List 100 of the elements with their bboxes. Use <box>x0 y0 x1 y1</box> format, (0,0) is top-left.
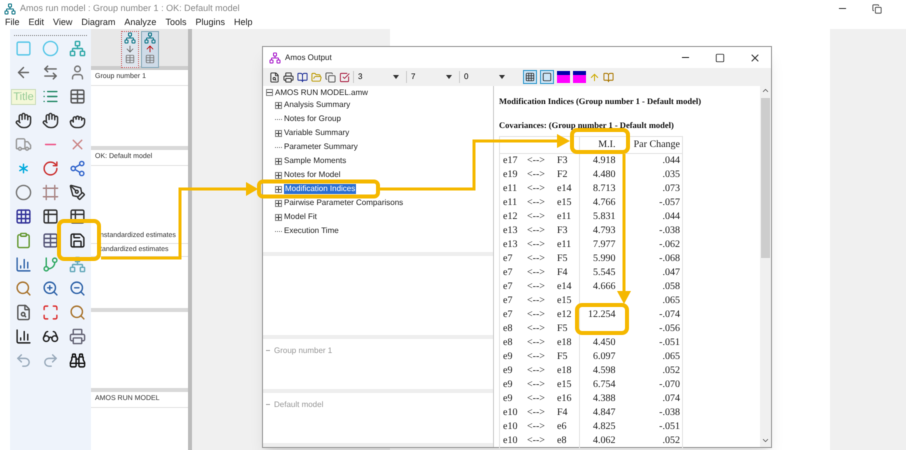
table-cell: e15 <box>557 378 572 390</box>
table-cell: -.051 <box>659 336 680 348</box>
table-cell-text: <--> <box>527 308 546 322</box>
number-dropdown[interactable]: 0 <box>459 71 509 83</box>
table-cell: .047 <box>662 266 680 278</box>
table-cell: 4.388 <box>593 392 616 404</box>
tree-item[interactable]: Sample Moments <box>284 156 346 166</box>
table-cell: -.070 <box>659 378 680 390</box>
menu-item[interactable]: View <box>53 16 72 30</box>
table-cell: F5 <box>557 322 568 334</box>
table-cell: 4.825 <box>593 420 616 432</box>
table-cell-text: e8 <box>503 322 514 336</box>
menu-item[interactable]: Analyze <box>124 16 156 30</box>
table-cell: 5.545 <box>593 266 616 278</box>
tree-item[interactable]: Analysis Summary <box>284 100 350 110</box>
table-cell-text: e7 <box>503 294 514 308</box>
table-cell-text: e7 <box>503 252 514 266</box>
table-cell-text: <--> <box>527 280 546 294</box>
tree-item[interactable]: Model Fit <box>284 212 317 222</box>
table-cell: 5.831 <box>593 210 616 222</box>
panel-label: Group number 1 <box>274 345 332 358</box>
tree-item[interactable]: Variable Summary <box>284 128 350 138</box>
table-cell-text: <--> <box>527 406 546 420</box>
section-title: Covariances: (Group number 1 - Default model) <box>499 118 675 132</box>
table-cell: F5 <box>557 252 568 264</box>
menu-item[interactable]: Edit <box>28 16 44 30</box>
table-cell: F5 <box>557 350 568 362</box>
table-cell: F2 <box>557 168 568 180</box>
table-cell: .052 <box>662 434 680 446</box>
table-cell: .052 <box>662 364 680 376</box>
tree-item[interactable]: Parameter Summary <box>284 142 358 152</box>
tree-item[interactable]: Notes for Model <box>284 170 340 180</box>
table-cell: -.074 <box>659 308 680 320</box>
table-cell: e15 <box>557 196 572 208</box>
table-cell: -.038 <box>659 406 680 418</box>
number-dropdown[interactable]: 3 <box>353 71 403 83</box>
table-cell-text: <--> <box>527 168 546 182</box>
table-cell-text: <--> <box>527 364 546 378</box>
table-cell-text: e10 <box>503 406 518 420</box>
table-cell-text: e10 <box>503 434 518 448</box>
tree-item[interactable]: AMOS RUN MODEL.amw <box>275 87 368 98</box>
table-cell: e6 <box>557 420 566 432</box>
report-title: Modification Indices (Group number 1 - Default model) <box>499 95 702 108</box>
table-cell-text: <--> <box>527 266 546 280</box>
table-cell: 8.713 <box>593 182 616 194</box>
table-cell: .058 <box>662 280 680 292</box>
tree-item[interactable]: Execution Time <box>284 226 339 236</box>
table-cell-text: e13 <box>503 224 518 238</box>
table-cell: 4.918 <box>593 154 616 166</box>
table-cell: -.056 <box>659 322 680 334</box>
table-cell-text: e9 <box>503 378 514 392</box>
table-cell: .074 <box>662 392 680 404</box>
table-cell: e12 <box>557 308 572 320</box>
table-cell-text: <--> <box>527 196 546 210</box>
table-cell: F3 <box>557 154 568 166</box>
table-cell-text: e11 <box>503 182 518 196</box>
table-cell: e16 <box>557 392 572 404</box>
column-header: M.I. <box>580 136 628 153</box>
table-cell-text: <--> <box>527 224 546 238</box>
table-cell-text: <--> <box>527 238 546 252</box>
table-cell-text: e7 <box>503 308 514 322</box>
table-cell-text: <--> <box>527 420 546 434</box>
table-cell: 4.666 <box>593 280 616 292</box>
tree-item[interactable]: Notes for Group <box>284 114 341 124</box>
menu-item[interactable]: File <box>5 16 20 30</box>
table-cell-text: e12 <box>503 210 518 224</box>
table-cell-text: e9 <box>503 350 514 364</box>
table-cell: e11 <box>557 210 572 222</box>
table-cell: -.057 <box>659 196 680 208</box>
panel-label: Default model <box>274 399 324 412</box>
table-cell-text: <--> <box>527 336 546 350</box>
table-cell-text: e9 <box>503 392 514 406</box>
table-cell: F3 <box>557 224 568 236</box>
table-cell: .044 <box>662 154 680 166</box>
table-cell-text: <--> <box>527 294 546 308</box>
table-cell-text: <--> <box>527 392 546 406</box>
table-cell: e18 <box>557 336 572 348</box>
number-dropdown[interactable]: 7 <box>406 71 456 83</box>
table-cell: 4.450 <box>593 336 616 348</box>
window-title: Amos Output <box>285 52 332 64</box>
table-cell-text: <--> <box>527 154 546 168</box>
table-cell: 4.480 <box>593 168 616 180</box>
column-header: Par Change <box>628 136 682 153</box>
table-cell: e14 <box>557 280 572 292</box>
window-title: Amos run model : Group number 1 : OK: Default model <box>20 2 240 15</box>
table-cell: -.051 <box>659 420 680 432</box>
table-cell-text: <--> <box>527 252 546 266</box>
table-cell: 5.990 <box>593 252 616 264</box>
tree-item[interactable]: Pairwise Parameter Comparisons <box>284 198 404 208</box>
table-cell: 7.977 <box>593 238 616 250</box>
table-cell: e11 <box>557 238 572 250</box>
table-cell: 4.847 <box>593 406 616 418</box>
menu-item[interactable]: Plugins <box>195 16 225 30</box>
table-cell: 4.062 <box>593 434 616 446</box>
table-cell-text: e19 <box>503 168 518 182</box>
menu-item[interactable]: Diagram <box>81 16 116 30</box>
menu-item[interactable]: Tools <box>165 16 186 30</box>
tree-item[interactable]: Modification Indices <box>284 184 356 194</box>
menu-item[interactable]: Help <box>234 16 252 30</box>
table-cell-text: e8 <box>503 336 514 350</box>
